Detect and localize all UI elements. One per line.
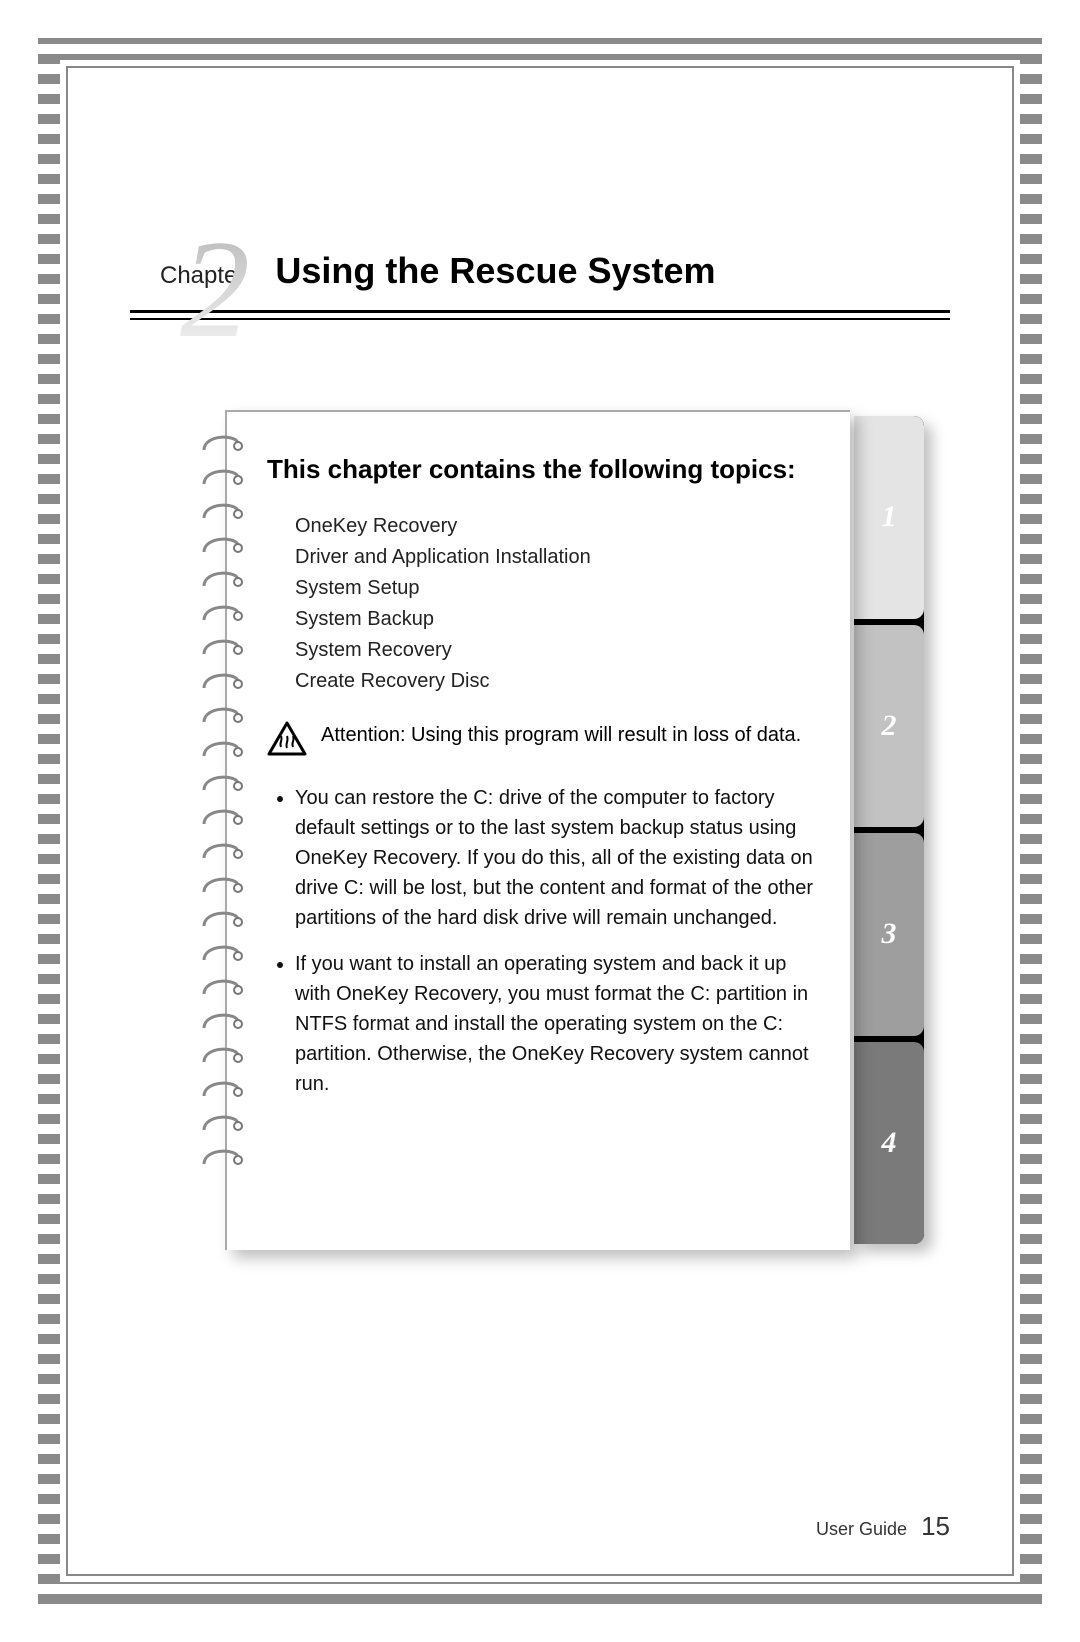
- topic-item: System Backup: [295, 604, 822, 635]
- spiral-ring-icon: [198, 668, 246, 694]
- spiral-ring-icon: [198, 974, 246, 1000]
- attention-text: Attention: Using this program will resul…: [321, 721, 801, 765]
- spiral-ring-icon: [198, 770, 246, 796]
- spiral-ring-icon: [198, 532, 246, 558]
- bullet-list: You can restore the C: drive of the comp…: [295, 783, 822, 1099]
- topic-item: System Setup: [295, 573, 822, 604]
- topic-item: System Recovery: [295, 635, 822, 666]
- spiral-ring-icon: [198, 736, 246, 762]
- spiral-ring-icon: [198, 1110, 246, 1136]
- topic-item: Create Recovery Disc: [295, 666, 822, 697]
- page-footer: User Guide 15: [816, 1511, 950, 1542]
- index-tab-3: 3: [854, 833, 924, 1036]
- spiral-ring-icon: [198, 464, 246, 490]
- spiral-ring-icon: [198, 1008, 246, 1034]
- index-tabs: 1 2 3 4: [854, 416, 924, 1244]
- index-tab-1: 1: [854, 416, 924, 619]
- spiral-binding: [198, 430, 246, 1170]
- topics-heading: This chapter contains the following topi…: [267, 452, 822, 487]
- chapter-title: Using the Rescue System: [275, 250, 715, 292]
- spiral-ring-icon: [198, 566, 246, 592]
- spiral-ring-icon: [198, 430, 246, 456]
- spiral-ring-icon: [198, 838, 246, 864]
- page-content: 2 Chapter Using the Rescue System: [70, 70, 1010, 1572]
- hot-surface-warning-icon: [267, 721, 307, 765]
- spiral-ring-icon: [198, 1144, 246, 1170]
- notebook-page: This chapter contains the following topi…: [225, 410, 850, 1250]
- spiral-ring-icon: [198, 634, 246, 660]
- spiral-ring-icon: [198, 600, 246, 626]
- spiral-ring-icon: [198, 1042, 246, 1068]
- spiral-ring-icon: [198, 804, 246, 830]
- spiral-ring-icon: [198, 1076, 246, 1102]
- index-tab-4: 4: [854, 1042, 924, 1245]
- attention-note: Attention: Using this program will resul…: [271, 721, 822, 765]
- bullet-item: If you want to install an operating syst…: [295, 949, 822, 1099]
- topic-item: OneKey Recovery: [295, 511, 822, 542]
- footer-label: User Guide: [816, 1519, 907, 1540]
- chapter-header: 2 Chapter Using the Rescue System: [130, 250, 950, 320]
- bullet-item: You can restore the C: drive of the comp…: [295, 783, 822, 933]
- spiral-ring-icon: [198, 872, 246, 898]
- spiral-ring-icon: [198, 498, 246, 524]
- header-double-rule: [130, 310, 950, 320]
- spiral-ring-icon: [198, 702, 246, 728]
- spiral-ring-icon: [198, 906, 246, 932]
- notebook-block: 1 2 3 4 This chapter contains the follow…: [170, 410, 930, 1250]
- page-number: 15: [921, 1511, 950, 1542]
- spiral-ring-icon: [198, 940, 246, 966]
- chapter-number-large: 2: [180, 220, 250, 360]
- topic-item: Driver and Application Installation: [295, 542, 822, 573]
- topics-list: OneKey Recovery Driver and Application I…: [295, 511, 822, 697]
- index-tab-2: 2: [854, 625, 924, 828]
